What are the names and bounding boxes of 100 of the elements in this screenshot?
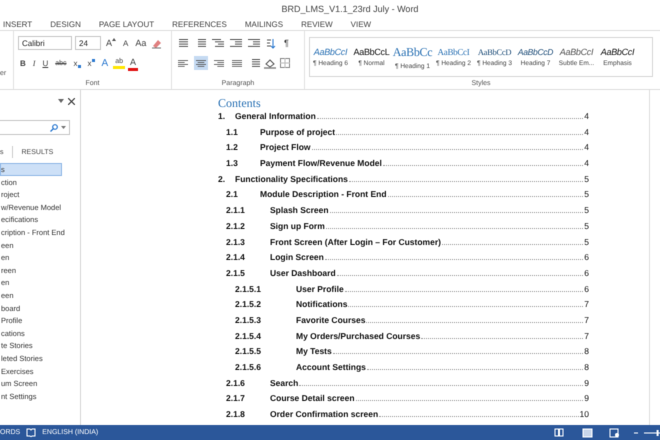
toc-page-number: 6 <box>584 252 589 262</box>
multilevel-list-icon[interactable] <box>212 38 224 48</box>
toc-page-number: 8 <box>584 362 589 372</box>
toc-page-number: 5 <box>584 174 589 184</box>
dropdown-icon[interactable] <box>61 126 66 129</box>
toc-entry-title: Sign up Form <box>270 220 325 231</box>
ribbon-tab[interactable]: DESIGN <box>50 20 93 28</box>
toc-entry-title: Module Description - Front End <box>260 189 387 200</box>
color-button[interactable]: A <box>128 56 138 70</box>
book-icon <box>26 428 36 437</box>
toc-number: 2.1.5.5 <box>234 346 262 356</box>
dropdown-icon[interactable] <box>58 99 64 103</box>
case-button[interactable]: Aa <box>133 37 148 49</box>
sort-icon[interactable] <box>266 38 276 48</box>
borders-icon[interactable] <box>280 58 290 68</box>
toc-number: 2.1.7 <box>225 393 246 404</box>
toc-page-number: 4 <box>584 111 589 121</box>
toc-entry-title: Splash Screen <box>270 205 329 216</box>
contents-heading: Contents <box>218 96 262 111</box>
toc-entry-title: User Dashboard <box>270 268 336 278</box>
toc-number: 2. <box>218 174 226 184</box>
toc-entry-title: Favorite Courses <box>296 314 366 325</box>
toc-entry-title: Order Confirmation screen <box>270 409 378 420</box>
ribbon-tab[interactable]: MAILINGS <box>244 20 296 28</box>
toc-number: 1. <box>218 111 226 121</box>
toc-number: 2.1.5 <box>225 268 246 278</box>
ribbon-tab[interactable]: VIEW <box>350 20 384 28</box>
search-icon[interactable] <box>50 124 58 132</box>
close-icon[interactable] <box>68 98 75 104</box>
toc-number: 2.1.5.4 <box>234 330 262 341</box>
window-title: BRD_LMS_V1.1_23rd July - Word <box>282 4 418 14</box>
toc-number: 2.1.4 <box>225 252 246 262</box>
toc-page-number: 4 <box>584 126 589 137</box>
toc-entry-title: Login Screen <box>270 252 324 262</box>
bold-button[interactable]: B <box>18 58 28 68</box>
toc-entry-title: Notifications <box>296 299 348 310</box>
toc-page-number: 7 <box>584 299 589 310</box>
italic-button[interactable]: I <box>30 58 38 68</box>
underline-button[interactable]: U <box>40 58 50 68</box>
toc-number: 2.1.2 <box>225 220 246 231</box>
toc-number: 2.1.6 <box>225 378 246 388</box>
toc-page-number: 7 <box>584 314 589 325</box>
toc-page-number: 8 <box>584 346 589 356</box>
subscript-mark-icon <box>78 64 81 68</box>
increase-indent-icon[interactable] <box>248 38 260 48</box>
show-marks-button[interactable]: ¶ <box>282 37 291 49</box>
toc-page-number: 4 <box>584 158 589 168</box>
toc-number: 2.1.8 <box>225 409 246 420</box>
toc-entry-title: My Tests <box>296 346 332 356</box>
toc-number: 1.3 <box>225 158 239 168</box>
toc-page-number: 10 <box>580 409 589 420</box>
decrease-indent-icon[interactable] <box>230 38 242 48</box>
shrink-button[interactable]: A <box>121 38 130 48</box>
toc-entry-title: Front Screen (After Login – For Customer) <box>270 236 441 246</box>
toc-number: 2.1.5.6 <box>234 362 262 372</box>
paint-bucket-icon[interactable] <box>264 58 276 68</box>
toc-page-number: 5 <box>584 205 589 216</box>
toc-page-number: 9 <box>584 378 589 388</box>
toc-entry-title: Purpose of project <box>260 126 336 137</box>
search-field[interactable] <box>0 120 70 135</box>
toc-number: 2.1.5.2 <box>234 299 262 310</box>
toc-page-number: 5 <box>584 220 589 231</box>
eraser-icon[interactable] <box>151 38 162 48</box>
sub-button[interactable]: x <box>72 58 83 68</box>
toc-entry-title: User Profile <box>296 284 344 294</box>
zoom-slider[interactable] <box>644 428 660 436</box>
effects-button[interactable]: A <box>100 56 110 70</box>
toc-page-number: 5 <box>584 236 589 246</box>
font-name-field[interactable]: Calibri <box>18 36 72 50</box>
ribbon-tab[interactable]: REVIEW <box>301 20 345 28</box>
toc-entry-title: Project Flow <box>260 142 311 152</box>
triangle-icon <box>112 38 116 41</box>
toc-number: 2.1.1 <box>225 205 246 216</box>
toc-entry-title: Payment Flow/Revenue Model <box>260 158 382 168</box>
align-center-button[interactable] <box>194 56 208 70</box>
ribbon-tab[interactable]: PAGE LAYOUT <box>98 20 166 28</box>
toc-entry-title: General Information <box>235 111 316 121</box>
toc-number: 2.1.5.1 <box>234 284 262 294</box>
web-layout-icon[interactable] <box>609 428 620 438</box>
superscript-mark-icon <box>92 58 95 62</box>
font-size-field[interactable]: 24 <box>75 36 101 50</box>
toc-number: 1.2 <box>225 142 239 152</box>
grow-button[interactable]: A <box>104 37 118 49</box>
toc-number: 2.1 <box>225 189 239 200</box>
bullet-list-icon[interactable] <box>176 38 188 48</box>
ribbon-tab[interactable]: REFERENCES <box>172 20 239 28</box>
toc-page-number: 7 <box>584 330 589 341</box>
ribbon-tab[interactable]: INSERT <box>3 20 44 28</box>
read-mode-icon[interactable] <box>554 428 564 437</box>
toc-page-number: 9 <box>584 393 589 404</box>
toc-entry-title: My Orders/Purchased Courses <box>296 330 420 341</box>
print-layout-icon[interactable] <box>582 428 593 438</box>
toc-number: 2.1.5.3 <box>234 314 262 325</box>
sup-button[interactable]: x <box>86 58 97 68</box>
toc-number: 2.1.3 <box>225 236 246 246</box>
toc-entry-title: Functionality Specifications <box>235 174 348 184</box>
toc-entry-title: Course Detail screen <box>270 393 355 404</box>
toc-number: 1.1 <box>225 126 239 137</box>
toc-entry-title: Account Settings <box>296 362 366 372</box>
toc-entry-title: Search <box>270 378 298 388</box>
